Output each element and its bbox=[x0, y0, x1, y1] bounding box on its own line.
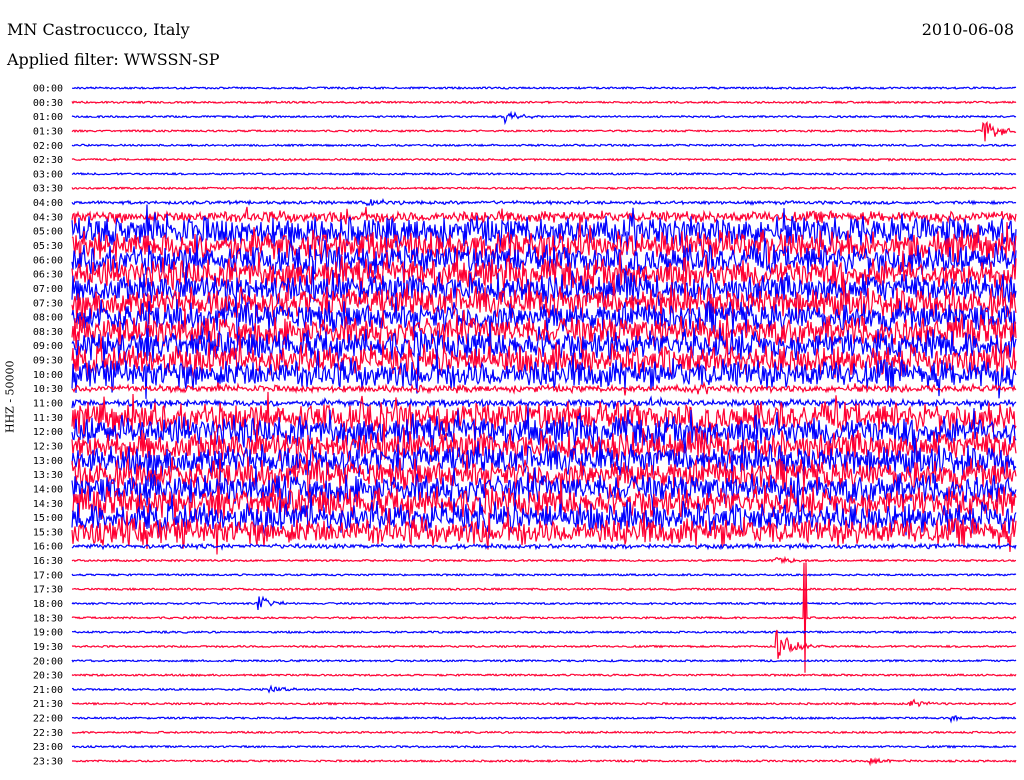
trace-area: 00:00 00:30 01:00 01:30 02:00 02:30 03:00 03:30… bbox=[33, 84, 1017, 768]
time-label: 08:00 bbox=[33, 313, 63, 324]
seismic-trace bbox=[71, 157, 1017, 162]
time-label: 01:30 bbox=[33, 126, 63, 137]
time-label: 16:30 bbox=[33, 556, 63, 567]
time-label: 06:00 bbox=[33, 255, 63, 266]
time-label: 16:00 bbox=[33, 542, 63, 553]
helicorder-plot: MN Castrocucco, Italy 2010-06-08 Applied… bbox=[0, 0, 1024, 780]
seismic-trace bbox=[71, 391, 1017, 443]
time-label: 18:00 bbox=[33, 599, 63, 610]
seismic-trace bbox=[71, 100, 1017, 105]
time-label: 17:30 bbox=[33, 585, 63, 596]
seismic-trace bbox=[71, 629, 1017, 635]
time-label: 05:00 bbox=[33, 227, 63, 238]
seismic-trace bbox=[71, 572, 1017, 577]
seismic-trace bbox=[72, 757, 1017, 767]
time-label: 11:30 bbox=[33, 413, 63, 424]
time-label: 07:00 bbox=[33, 284, 63, 295]
time-label: 18:30 bbox=[33, 613, 63, 624]
time-label: 19:30 bbox=[33, 642, 63, 653]
time-label: 21:00 bbox=[33, 685, 63, 696]
time-label: 15:00 bbox=[33, 513, 63, 524]
time-label: 09:30 bbox=[33, 356, 63, 367]
time-label: 08:30 bbox=[33, 327, 63, 338]
time-label: 13:00 bbox=[33, 456, 63, 467]
time-label: 04:00 bbox=[33, 198, 63, 209]
time-label: 00:00 bbox=[33, 84, 63, 95]
seismic-trace bbox=[71, 629, 1017, 659]
seismic-trace bbox=[71, 684, 1017, 694]
time-label: 01:00 bbox=[33, 112, 63, 123]
time-label: 23:30 bbox=[33, 757, 63, 768]
seismic-trace bbox=[71, 698, 1017, 708]
time-label: 11:00 bbox=[33, 399, 63, 410]
seismic-trace bbox=[71, 395, 1017, 410]
time-label: 10:00 bbox=[33, 370, 63, 381]
seismic-trace bbox=[72, 744, 1017, 749]
time-label: 19:00 bbox=[33, 628, 63, 639]
time-label: 05:30 bbox=[33, 241, 63, 252]
seismic-trace bbox=[71, 562, 1017, 673]
seismic-trace bbox=[71, 143, 1017, 148]
time-label: 12:30 bbox=[33, 441, 63, 452]
seismic-trace bbox=[71, 186, 1017, 191]
seismic-trace bbox=[71, 730, 1017, 735]
time-label: 12:00 bbox=[33, 427, 63, 438]
time-label: 06:30 bbox=[33, 270, 63, 281]
time-label: 03:30 bbox=[33, 184, 63, 195]
time-label: 21:30 bbox=[33, 699, 63, 710]
seismic-trace bbox=[71, 197, 1017, 207]
seismic-trace bbox=[71, 171, 1017, 176]
seismic-trace bbox=[71, 120, 1017, 142]
time-label: 02:00 bbox=[33, 141, 63, 152]
time-label: 23:00 bbox=[33, 742, 63, 753]
seismic-trace bbox=[71, 110, 1017, 126]
time-label: 20:30 bbox=[33, 671, 63, 682]
seismic-trace bbox=[71, 715, 1017, 724]
time-label: 04:30 bbox=[33, 212, 63, 223]
seismic-trace bbox=[71, 466, 1017, 518]
seismic-trace bbox=[71, 381, 1017, 396]
time-label: 07:30 bbox=[33, 298, 63, 309]
seismic-trace bbox=[71, 555, 1017, 565]
time-label: 09:00 bbox=[33, 341, 63, 352]
time-label: 13:30 bbox=[33, 470, 63, 481]
time-label: 22:00 bbox=[33, 714, 63, 725]
time-label: 22:30 bbox=[33, 728, 63, 739]
seismic-trace bbox=[71, 85, 1017, 90]
seismic-trace bbox=[71, 595, 1017, 610]
seismic-trace bbox=[71, 658, 1017, 663]
time-label: 17:00 bbox=[33, 570, 63, 581]
time-label: 10:30 bbox=[33, 384, 63, 395]
time-label: 14:00 bbox=[33, 484, 63, 495]
time-label: 14:30 bbox=[33, 499, 63, 510]
time-label: 03:00 bbox=[33, 169, 63, 180]
time-label: 20:00 bbox=[33, 656, 63, 667]
time-label: 00:30 bbox=[33, 98, 63, 109]
time-label: 02:30 bbox=[33, 155, 63, 166]
time-label: 15:30 bbox=[33, 527, 63, 538]
seismic-trace bbox=[71, 673, 1017, 678]
seismic-trace bbox=[71, 587, 1017, 592]
seismic-trace bbox=[71, 541, 1017, 551]
